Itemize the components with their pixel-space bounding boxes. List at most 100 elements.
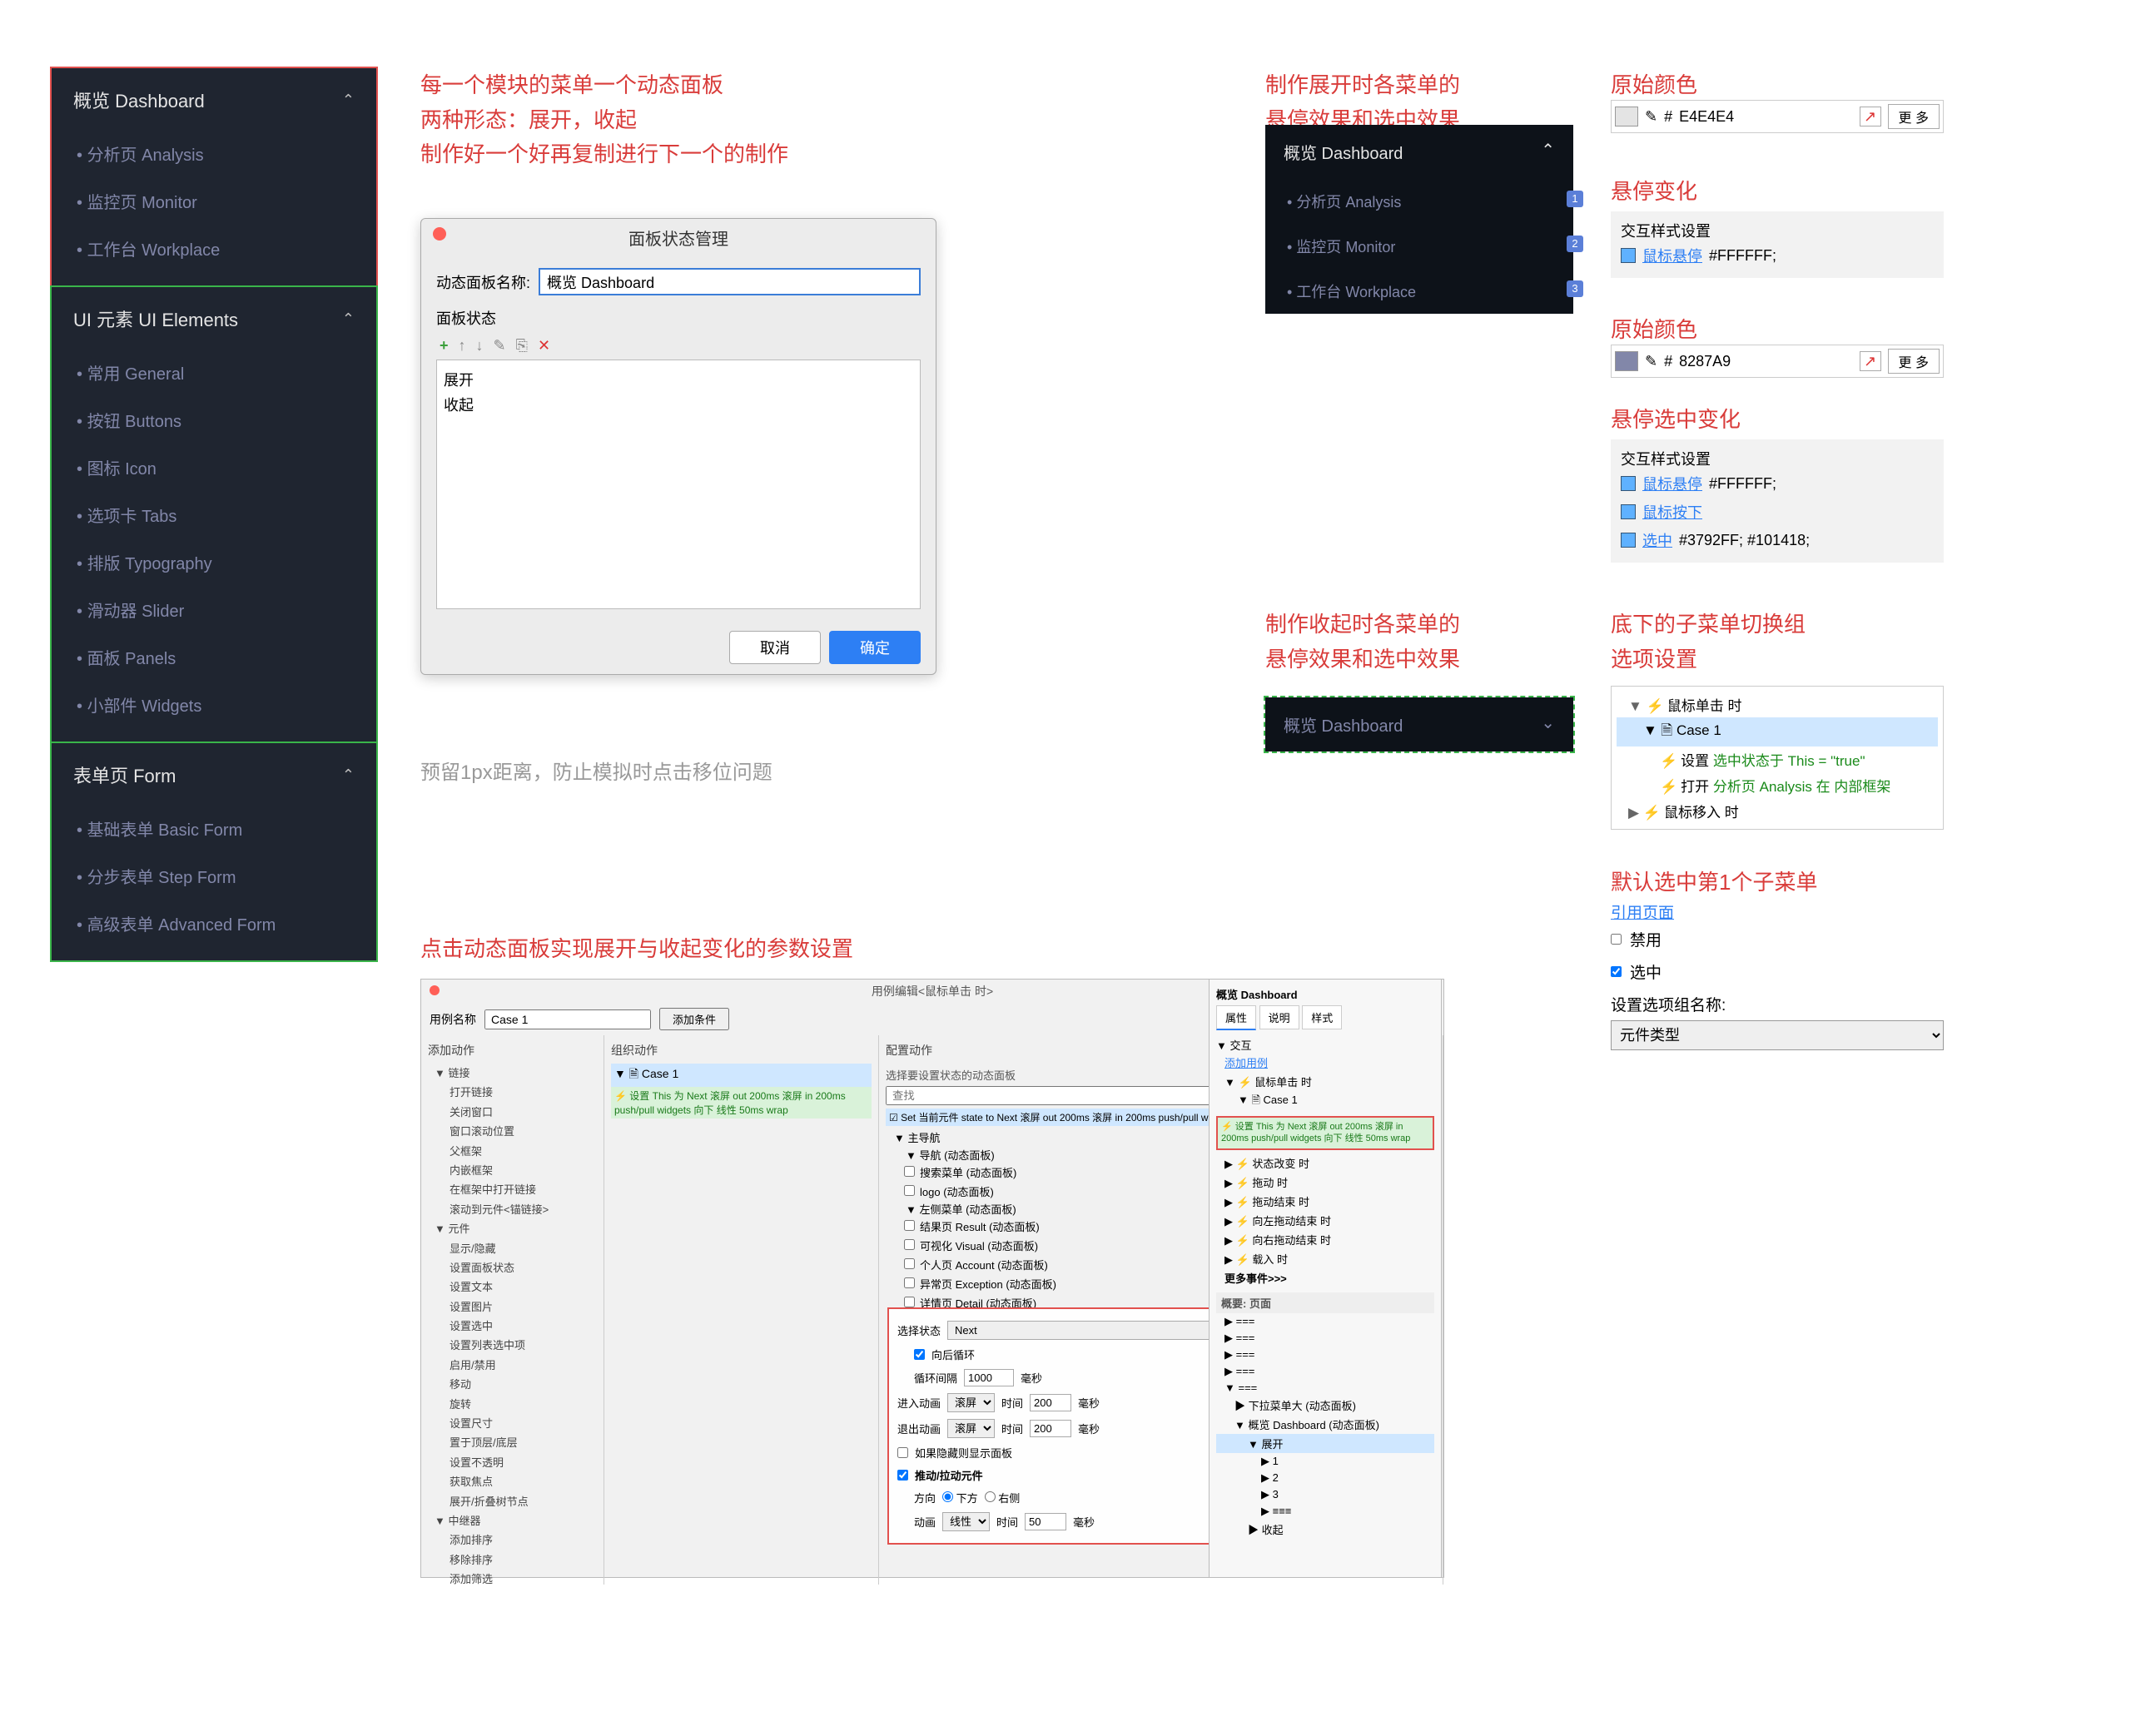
swatch[interactable] xyxy=(1615,351,1638,371)
menu-item[interactable]: 分步表单 Step Form xyxy=(53,852,375,900)
action-item[interactable]: 打开链接 xyxy=(435,1083,597,1102)
action-node[interactable]: 打开 分析页 Analysis 在 内部框架 xyxy=(1617,772,1938,798)
state-list[interactable]: 展开 收起 xyxy=(436,360,921,609)
panel-name-input[interactable] xyxy=(539,268,921,295)
action-item[interactable]: 移动 xyxy=(435,1375,597,1394)
action-item[interactable]: 在框架中打开链接 xyxy=(435,1180,597,1199)
action-item[interactable]: 移除排序 xyxy=(435,1550,597,1570)
action-item[interactable]: 设置列表选中项 xyxy=(435,1336,597,1355)
action-item[interactable]: 窗口滚动位置 xyxy=(435,1122,597,1141)
case-node[interactable]: ▼ 🗎 Case 1 xyxy=(1617,717,1938,746)
interval-input[interactable] xyxy=(964,1369,1014,1386)
menu-item[interactable]: 面板 Panels xyxy=(53,633,375,681)
hex-value[interactable]: E4E4E4 xyxy=(1679,108,1852,126)
push-time-input[interactable] xyxy=(1025,1513,1066,1530)
out-time-input[interactable] xyxy=(1030,1420,1071,1437)
swatch[interactable] xyxy=(1615,107,1638,126)
action-item[interactable]: 设置尺寸 xyxy=(435,1414,597,1433)
more-events[interactable]: 更多事件>>> xyxy=(1216,1268,1434,1287)
preview-item[interactable]: • 工作台 Workplace3 xyxy=(1265,269,1573,314)
down-icon[interactable]: ↓ xyxy=(476,337,484,355)
tab-notes[interactable]: 说明 xyxy=(1259,1005,1299,1029)
state-item[interactable]: 收起 xyxy=(444,392,913,417)
add-case-link[interactable]: 添加用例 xyxy=(1216,1053,1434,1072)
more-button[interactable]: 更 多 xyxy=(1888,349,1940,374)
disable-checkbox[interactable] xyxy=(1611,934,1622,945)
menu-item[interactable]: 小部件 Widgets xyxy=(53,681,375,728)
menu-item[interactable]: 按钮 Buttons xyxy=(53,396,375,444)
action-item[interactable]: 设置面板状态 xyxy=(435,1258,597,1277)
more-button[interactable]: 更 多 xyxy=(1888,104,1940,129)
cancel-button[interactable]: 取消 xyxy=(729,631,821,664)
menu-item[interactable]: 基础表单 Basic Form xyxy=(53,805,375,852)
menu-item[interactable]: 图标 Icon xyxy=(53,444,375,491)
action-item[interactable]: 获取焦点 xyxy=(435,1472,597,1491)
in-time-input[interactable] xyxy=(1030,1394,1071,1411)
tab-style[interactable]: 样式 xyxy=(1302,1005,1342,1029)
dir-down-radio[interactable] xyxy=(942,1491,953,1502)
edit-icon[interactable]: ✎ xyxy=(494,337,506,355)
in-anim-select[interactable]: 滚屏 xyxy=(947,1393,995,1412)
case-line[interactable]: ▼ 🗎 Case 1 xyxy=(611,1064,872,1087)
menu-item[interactable]: 滑动器 Slider xyxy=(53,586,375,633)
action-item[interactable]: 添加排序 xyxy=(435,1530,597,1550)
action-line[interactable]: ⚡ 设置 This 为 Next 滚屏 out 200ms 滚屏 in 200m… xyxy=(611,1087,872,1118)
menu-header-dashboard[interactable]: 概览 Dashboard ⌃ xyxy=(53,70,375,130)
preview-header[interactable]: 概览 Dashboard ⌃ xyxy=(1265,125,1573,179)
menu-item[interactable]: 工作台 Workplace xyxy=(53,225,375,272)
hover-link[interactable]: 鼠标悬停 xyxy=(1642,245,1702,266)
action-item[interactable]: 旋转 xyxy=(435,1395,597,1414)
preview-item[interactable]: • 分析页 Analysis1 xyxy=(1265,179,1573,224)
dir-right-radio[interactable] xyxy=(985,1491,996,1502)
hex-value[interactable]: 8287A9 xyxy=(1679,353,1852,370)
preview-item[interactable]: • 监控页 Monitor2 xyxy=(1265,224,1573,269)
menu-item[interactable]: 常用 General xyxy=(53,349,375,396)
action-item[interactable]: 启用/禁用 xyxy=(435,1356,597,1375)
menu-header-ui[interactable]: UI 元素 UI Elements ⌃ xyxy=(53,289,375,349)
close-icon[interactable] xyxy=(433,227,446,241)
add-condition-button[interactable]: 添加条件 xyxy=(659,1008,729,1030)
push-checkbox[interactable] xyxy=(897,1470,908,1481)
action-node[interactable]: 设置 选中状态于 This = "true" xyxy=(1617,746,1938,772)
push-anim-select[interactable]: 线性 xyxy=(942,1512,990,1531)
action-item[interactable]: 显示/隐藏 xyxy=(435,1239,597,1258)
menu-item[interactable]: 选项卡 Tabs xyxy=(53,491,375,538)
highlighted-action[interactable]: ⚡ 设置 This 为 Next 滚屏 out 200ms 滚屏 in 200m… xyxy=(1216,1116,1434,1150)
action-item[interactable]: 置于顶层/底层 xyxy=(435,1433,597,1452)
hover-link[interactable]: 鼠标悬停 xyxy=(1642,473,1702,494)
menu-item[interactable]: 监控页 Monitor xyxy=(53,177,375,225)
action-item[interactable]: 关闭窗口 xyxy=(435,1103,597,1122)
out-anim-select[interactable]: 滚屏 xyxy=(947,1419,995,1438)
menu-item[interactable]: 高级表单 Advanced Form xyxy=(53,900,375,947)
select-link[interactable]: 选中 xyxy=(1642,529,1672,551)
close-icon[interactable] xyxy=(430,985,440,995)
action-item[interactable]: 设置不透明 xyxy=(435,1453,597,1472)
action-item[interactable]: 设置文本 xyxy=(435,1277,597,1297)
preview-header[interactable]: 概览 Dashboard ⌄ xyxy=(1265,697,1573,751)
action-item[interactable]: 父框架 xyxy=(435,1142,597,1161)
press-link[interactable]: 鼠标按下 xyxy=(1642,501,1702,523)
ok-button[interactable]: 确定 xyxy=(829,631,921,664)
show-if-hidden-checkbox[interactable] xyxy=(897,1447,908,1458)
menu-item[interactable]: 分析页 Analysis xyxy=(53,130,375,177)
action-item[interactable]: 内嵌框架 xyxy=(435,1161,597,1180)
pencil-icon[interactable]: ✎ xyxy=(1645,108,1657,126)
pencil-icon[interactable]: ✎ xyxy=(1645,353,1657,370)
copy-icon[interactable]: ⎘ xyxy=(516,337,528,355)
case-name-input[interactable] xyxy=(484,1009,651,1029)
eyedropper-icon[interactable]: ↗ xyxy=(1860,107,1881,126)
state-item[interactable]: 展开 xyxy=(444,367,913,392)
up-icon[interactable]: ↑ xyxy=(459,337,466,355)
loop-checkbox[interactable] xyxy=(914,1349,925,1360)
menu-item[interactable]: 排版 Typography xyxy=(53,538,375,586)
action-item[interactable]: 设置图片 xyxy=(435,1297,597,1317)
delete-icon[interactable]: ✕ xyxy=(538,337,550,355)
selected-checkbox[interactable] xyxy=(1611,966,1622,977)
group-select[interactable]: 元件类型 xyxy=(1611,1020,1944,1050)
action-item[interactable]: 添加筛选 xyxy=(435,1570,597,1585)
action-item[interactable]: 滚动到元件<锚链接> xyxy=(435,1200,597,1219)
action-item[interactable]: 设置选中 xyxy=(435,1317,597,1336)
action-item[interactable]: 展开/折叠树节点 xyxy=(435,1492,597,1511)
tab-properties[interactable]: 属性 xyxy=(1216,1005,1256,1030)
menu-header-form[interactable]: 表单页 Form ⌃ xyxy=(53,745,375,805)
